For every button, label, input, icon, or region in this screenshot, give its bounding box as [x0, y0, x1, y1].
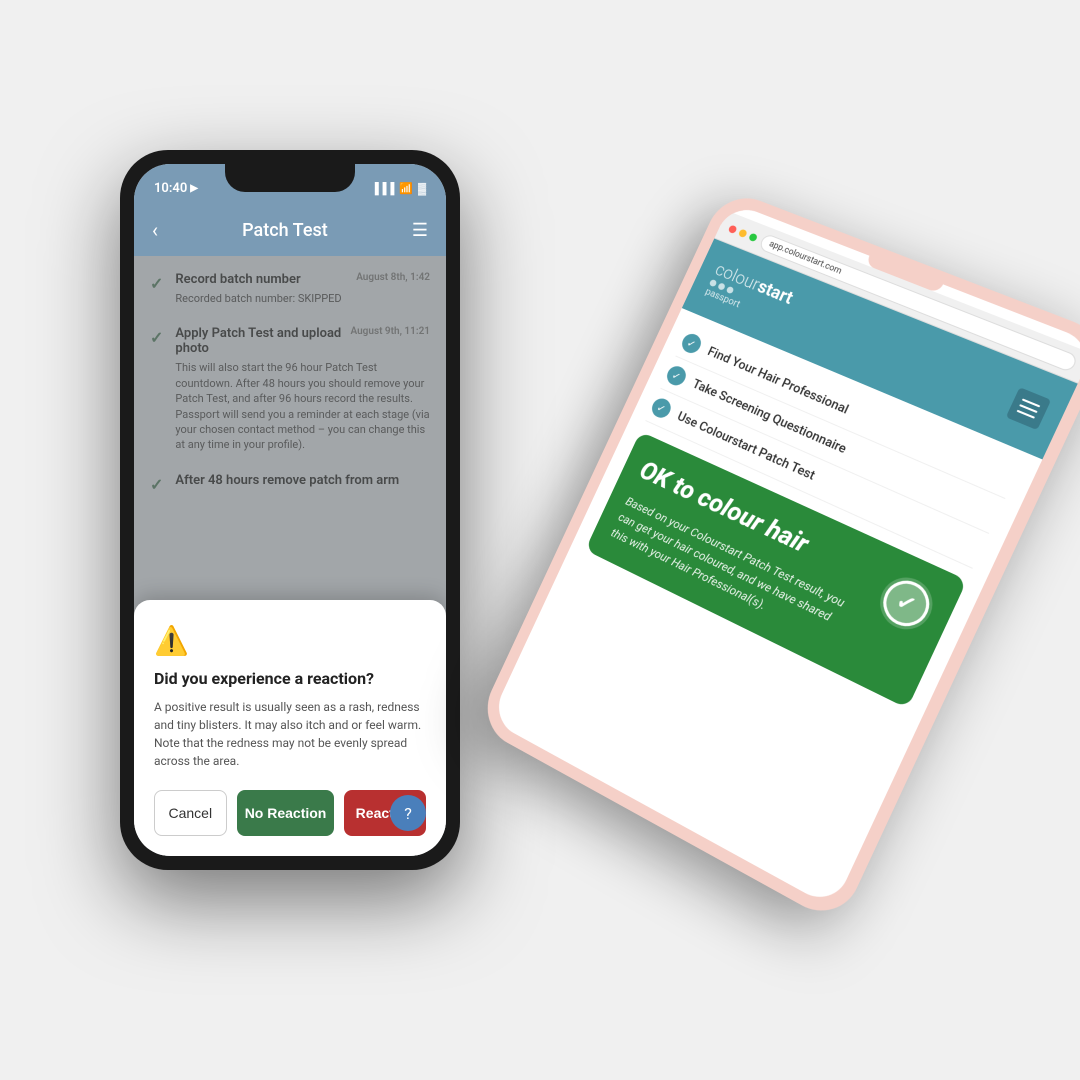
- checkmark-icon: ✓: [685, 336, 698, 351]
- warning-icon: ⚠️: [154, 624, 426, 657]
- app-header: ‹ Patch Test ☰: [134, 204, 446, 256]
- check-circle: ✓: [649, 396, 674, 421]
- ok-checkmark-icon: ✓: [872, 569, 941, 638]
- status-time: 10:40 ▶: [154, 181, 198, 196]
- checkmark-icon: ✓: [655, 401, 668, 416]
- app-content: ✓ Record batch number August 8th, 1:42 R…: [134, 256, 446, 856]
- battery-icon: ▓: [418, 182, 426, 195]
- dialog-text: A positive result is usually seen as a r…: [154, 698, 426, 770]
- page-title: Patch Test: [242, 220, 328, 241]
- ok-card-right: ✓: [867, 569, 941, 649]
- scene: 10:40 ▶ ▐▐▐ 📶 ▓ ‹ Patch Test ☰ ✓: [90, 90, 990, 990]
- wifi-icon: 📶: [399, 182, 413, 195]
- status-icons: ▐▐▐ 📶 ▓: [371, 182, 426, 195]
- fullscreen-dot: [748, 232, 758, 242]
- location-icon: ▶: [190, 183, 198, 194]
- dialog-overlay: ⚠️ Did you experience a reaction? A posi…: [134, 256, 446, 856]
- phone-left-screen: 10:40 ▶ ▐▐▐ 📶 ▓ ‹ Patch Test ☰ ✓: [134, 164, 446, 856]
- back-button[interactable]: ‹: [152, 218, 158, 242]
- menu-button[interactable]: ☰: [412, 220, 428, 241]
- phone-right-screen: app.colourstart.com colourstart passpo: [490, 202, 1080, 908]
- phone-left: 10:40 ▶ ▐▐▐ 📶 ▓ ‹ Patch Test ☰ ✓: [120, 150, 460, 870]
- phone-right-wrapper: app.colourstart.com colourstart passpo: [475, 188, 1080, 926]
- signal-icon: ▐▐▐: [371, 182, 394, 195]
- check-circle: ✓: [679, 331, 704, 356]
- browser-traffic-lights: [728, 224, 759, 242]
- minimize-dot: [738, 228, 748, 238]
- check-circle: ✓: [664, 363, 689, 388]
- faq-fab-button[interactable]: ?: [390, 795, 426, 831]
- dialog-title: Did you experience a reaction?: [154, 669, 426, 688]
- close-dot: [728, 224, 738, 234]
- dialog-buttons: Cancel No Reaction Reaction: [154, 790, 426, 836]
- cancel-button[interactable]: Cancel: [154, 790, 227, 836]
- no-reaction-button[interactable]: No Reaction: [237, 790, 335, 836]
- phone-notch: [225, 164, 355, 192]
- colourstart-passport-logo: colourstart passport: [703, 261, 795, 327]
- right-menu-button[interactable]: [1006, 387, 1051, 430]
- phone-right: app.colourstart.com colourstart passpo: [475, 188, 1080, 926]
- checkmark-icon: ✓: [670, 368, 683, 383]
